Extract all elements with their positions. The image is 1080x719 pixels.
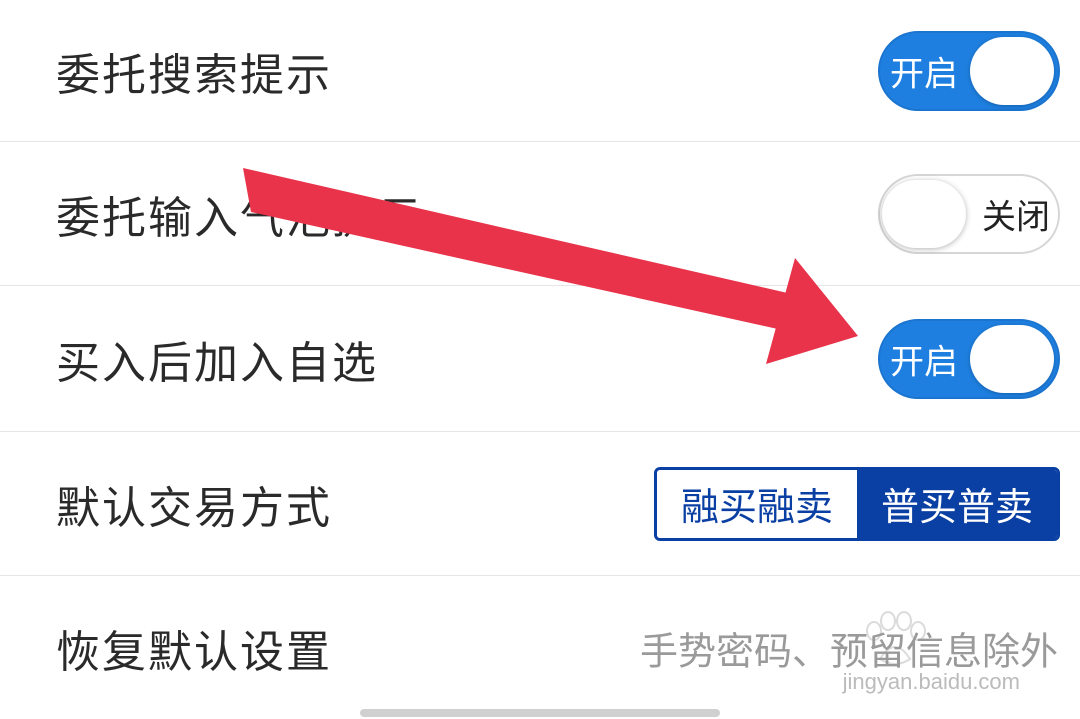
baidu-paw-watermark-icon (866, 611, 926, 665)
segment-margin-trade[interactable]: 融买融卖 (657, 469, 857, 538)
setting-row-default-trade-mode: 默认交易方式 融买融卖 普买普卖 (0, 432, 1080, 576)
restore-defaults-note: 手势密码、预留信息除外 (639, 629, 1058, 673)
setting-label: 默认交易方式 (56, 482, 332, 534)
setting-label: 委托输入气泡提示 (56, 192, 424, 244)
toggle-state-label: 开启 (890, 342, 958, 382)
setting-label: 买入后加入自选 (56, 337, 378, 389)
toggle-knob (970, 324, 1054, 393)
setting-row-bubble-hint: 委托输入气泡提示 关闭 (0, 142, 1080, 286)
setting-label: 恢复默认设置 (56, 626, 332, 678)
add-watchlist-toggle[interactable]: 开启 (878, 318, 1060, 399)
setting-row-search-hint: 委托搜索提示 开启 (0, 0, 1080, 142)
segment-normal-trade[interactable]: 普买普卖 (857, 469, 1057, 538)
watermark-text: jingyan.baidu.com (842, 669, 1020, 694)
settings-screen: 委托搜索提示 开启 委托输入气泡提示 关闭 买入后加入自选 开启 默认交易方式 … (0, 0, 1080, 719)
setting-label: 委托搜索提示 (56, 49, 332, 101)
toggle-state-label: 关闭 (982, 197, 1050, 237)
toggle-knob (970, 36, 1054, 105)
toggle-knob (882, 179, 966, 248)
search-hint-toggle[interactable]: 开启 (878, 30, 1060, 111)
trade-mode-segmented-control: 融买融卖 普买普卖 (654, 466, 1060, 541)
setting-row-add-watchlist: 买入后加入自选 开启 (0, 286, 1080, 432)
home-indicator[interactable] (360, 709, 720, 717)
toggle-state-label: 开启 (890, 54, 958, 94)
bubble-hint-toggle[interactable]: 关闭 (878, 173, 1060, 254)
